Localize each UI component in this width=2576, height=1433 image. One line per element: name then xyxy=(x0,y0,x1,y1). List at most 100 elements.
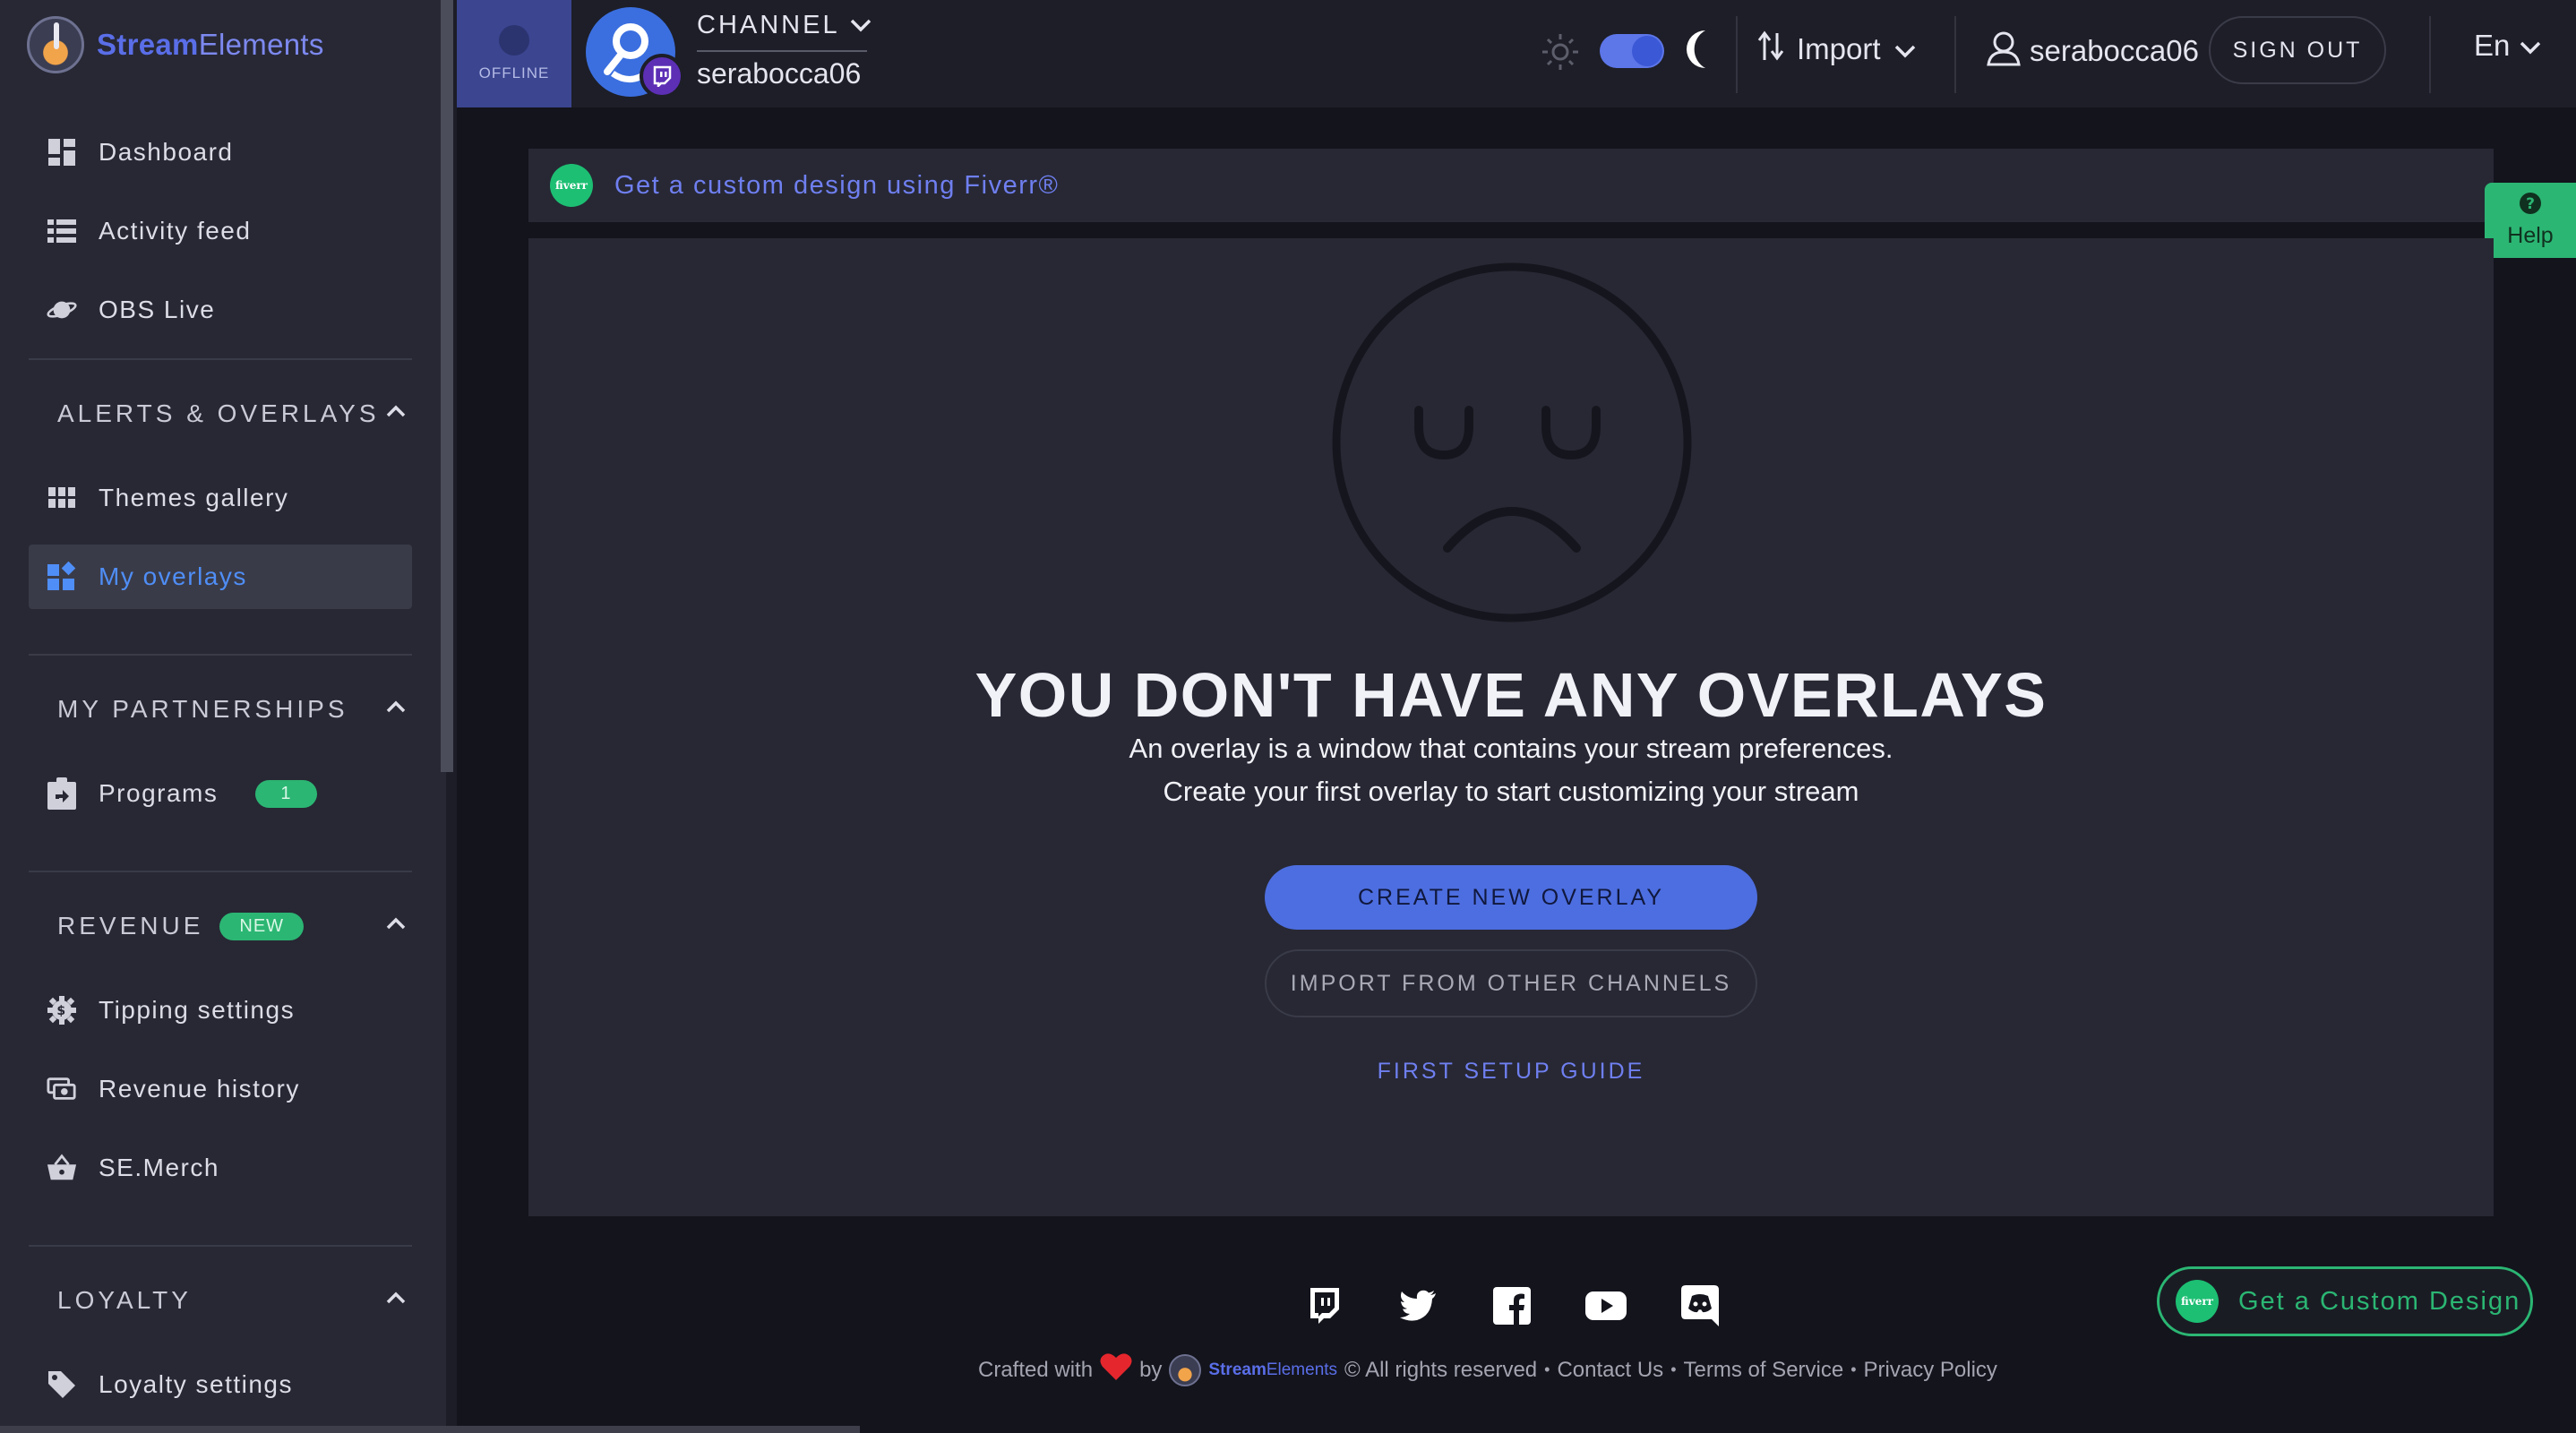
heart-icon xyxy=(1100,1352,1132,1387)
import-button[interactable]: Import xyxy=(1757,27,1917,72)
import-arrows-icon xyxy=(1757,30,1784,69)
empty-state-title: YOU DON'T HAVE ANY OVERLAYS xyxy=(975,660,2048,730)
sidebar-item-label: Programs xyxy=(99,779,219,807)
sidebar-item-programs[interactable]: Programs 1 xyxy=(29,761,412,826)
section-header-alerts-overlays[interactable]: ALERTS & OVERLAYS xyxy=(57,396,416,432)
sidebar-scrollbar[interactable] xyxy=(441,0,453,772)
user-icon xyxy=(1985,29,2022,73)
sidebar-item-label: SE.Merch xyxy=(99,1154,219,1181)
sidebar-item-dashboard[interactable]: Dashboard xyxy=(29,120,412,184)
sidebar-item-se-merch[interactable]: SE.Merch xyxy=(29,1136,412,1200)
channel-selector[interactable]: CHANNEL xyxy=(697,11,872,40)
language-selector[interactable]: En xyxy=(2474,29,2542,63)
help-label: Help xyxy=(2507,223,2554,248)
twitch-icon[interactable] xyxy=(1302,1284,1345,1327)
sidebar-divider xyxy=(29,871,412,872)
empty-state-description: Create your first overlay to start custo… xyxy=(1163,776,1859,807)
sidebar-item-activity-feed[interactable]: Activity feed xyxy=(29,199,412,263)
footer-crafted-with: Crafted with xyxy=(978,1357,1094,1382)
basket-icon xyxy=(47,1153,77,1183)
question-icon: ? xyxy=(2519,192,2542,219)
section-header-my-partnerships[interactable]: MY PARTNERSHIPS xyxy=(57,691,416,727)
section-title: REVENUE xyxy=(57,912,204,940)
section-header-revenue[interactable]: REVENUE NEW xyxy=(57,908,416,944)
sidebar-item-label: Dashboard xyxy=(99,138,234,166)
sidebar-divider xyxy=(29,358,412,360)
footer-link-contact[interactable]: Contact Us xyxy=(1557,1358,1663,1383)
section-title: ALERTS & OVERLAYS xyxy=(57,399,380,427)
username: serabocca06 xyxy=(2030,34,2199,67)
moon-icon[interactable] xyxy=(1679,27,1718,76)
footer-bullet: • xyxy=(1544,1360,1550,1378)
dark-mode-toggle[interactable] xyxy=(1600,34,1664,68)
sidebar-item-revenue-history[interactable]: Revenue history xyxy=(29,1057,412,1121)
topbar-separator xyxy=(1954,16,1956,93)
footer-link-terms[interactable]: Terms of Service xyxy=(1684,1358,1844,1383)
streamelements-logo-icon xyxy=(1169,1353,1202,1386)
import-label: Import xyxy=(1797,32,1881,65)
chevron-up-icon xyxy=(385,1286,407,1315)
empty-state-panel: YOU DON'T HAVE ANY OVERLAYS An overlay i… xyxy=(528,238,2494,1216)
chevron-down-icon xyxy=(1893,32,1917,66)
sidebar-divider xyxy=(29,654,412,656)
sidebar-item-loyalty-settings[interactable]: Loyalty settings xyxy=(29,1352,412,1417)
fiverr-logo-icon: fiverr xyxy=(2176,1280,2219,1323)
fiverr-logo-icon: fiverr xyxy=(550,164,593,207)
svg-text:$: $ xyxy=(56,1004,66,1018)
fiverr-banner[interactable]: fiverr Get a custom design using Fiverr® xyxy=(528,149,2494,222)
footer-bullet: • xyxy=(1670,1360,1677,1378)
programs-count-badge: 1 xyxy=(255,779,317,808)
section-header-loyalty[interactable]: LOYALTY xyxy=(57,1283,416,1318)
discord-icon[interactable] xyxy=(1679,1284,1722,1327)
sidebar-item-label: My overlays xyxy=(99,562,247,590)
sidebar: StreamElements Dashboard Activity feed O… xyxy=(0,0,446,1433)
twitter-icon[interactable] xyxy=(1396,1284,1439,1327)
help-button[interactable]: ? Help xyxy=(2485,183,2576,258)
new-badge: NEW xyxy=(219,912,305,940)
sun-icon[interactable] xyxy=(1541,32,1580,76)
horizontal-scrollbar[interactable] xyxy=(0,1426,860,1433)
footer-link-privacy[interactable]: Privacy Policy xyxy=(1864,1358,1997,1383)
user-menu[interactable]: serabocca06 xyxy=(1985,29,2199,73)
chevron-down-icon xyxy=(2519,29,2542,63)
sidebar-item-label: Themes gallery xyxy=(99,484,289,511)
share-icon xyxy=(47,777,77,810)
chevron-up-icon xyxy=(385,912,407,940)
sidebar-divider xyxy=(29,1245,412,1247)
footer-credits: Crafted with by StreamElements © All rig… xyxy=(978,1352,2053,1387)
sad-face-icon xyxy=(1331,262,1693,628)
first-setup-guide-link[interactable]: FIRST SETUP GUIDE xyxy=(528,1059,2494,1085)
status-label: OFFLINE xyxy=(478,64,550,82)
custom-design-label: Get a Custom Design xyxy=(2238,1286,2521,1316)
footer-bullet: • xyxy=(1850,1360,1857,1378)
section-title: LOYALTY xyxy=(57,1286,192,1314)
language-label: En xyxy=(2474,29,2511,62)
sign-out-button[interactable]: SIGN OUT xyxy=(2209,16,2386,84)
sidebar-item-tipping-settings[interactable]: $ Tipping settings xyxy=(29,978,412,1043)
footer-brand[interactable]: StreamElements xyxy=(1208,1360,1337,1380)
chevron-up-icon xyxy=(385,399,407,428)
create-new-overlay-button[interactable]: CREATE NEW OVERLAY xyxy=(1265,865,1757,930)
topbar-separator xyxy=(1736,16,1738,93)
sidebar-item-label: OBS Live xyxy=(99,296,216,323)
status-dot-icon xyxy=(499,25,529,56)
chevron-down-icon xyxy=(849,11,872,40)
sidebar-item-themes-gallery[interactable]: Themes gallery xyxy=(29,466,412,530)
import-from-other-channels-button[interactable]: IMPORT FROM OTHER CHANNELS xyxy=(1265,949,1757,1017)
facebook-icon[interactable] xyxy=(1490,1284,1533,1327)
sidebar-item-obs-live[interactable]: OBS Live xyxy=(29,278,412,342)
channel-label: CHANNEL xyxy=(697,11,840,39)
fiverr-banner-link[interactable]: Get a custom design using Fiverr® xyxy=(614,171,1059,201)
stream-status[interactable]: OFFLINE xyxy=(457,0,571,107)
get-custom-design-button[interactable]: fiverr Get a Custom Design xyxy=(2157,1266,2533,1336)
brand-logo[interactable]: StreamElements xyxy=(27,16,324,73)
svg-text:?: ? xyxy=(2526,195,2535,213)
chevron-up-icon xyxy=(385,695,407,724)
sidebar-item-label: Activity feed xyxy=(99,217,252,245)
grid-icon xyxy=(47,483,77,513)
sidebar-item-my-overlays[interactable]: My overlays xyxy=(29,545,412,609)
social-links xyxy=(1302,1284,1722,1327)
footer-rights: © All rights reserved xyxy=(1344,1357,1538,1382)
streamelements-logo-icon xyxy=(27,16,84,73)
youtube-icon[interactable] xyxy=(1584,1284,1627,1327)
